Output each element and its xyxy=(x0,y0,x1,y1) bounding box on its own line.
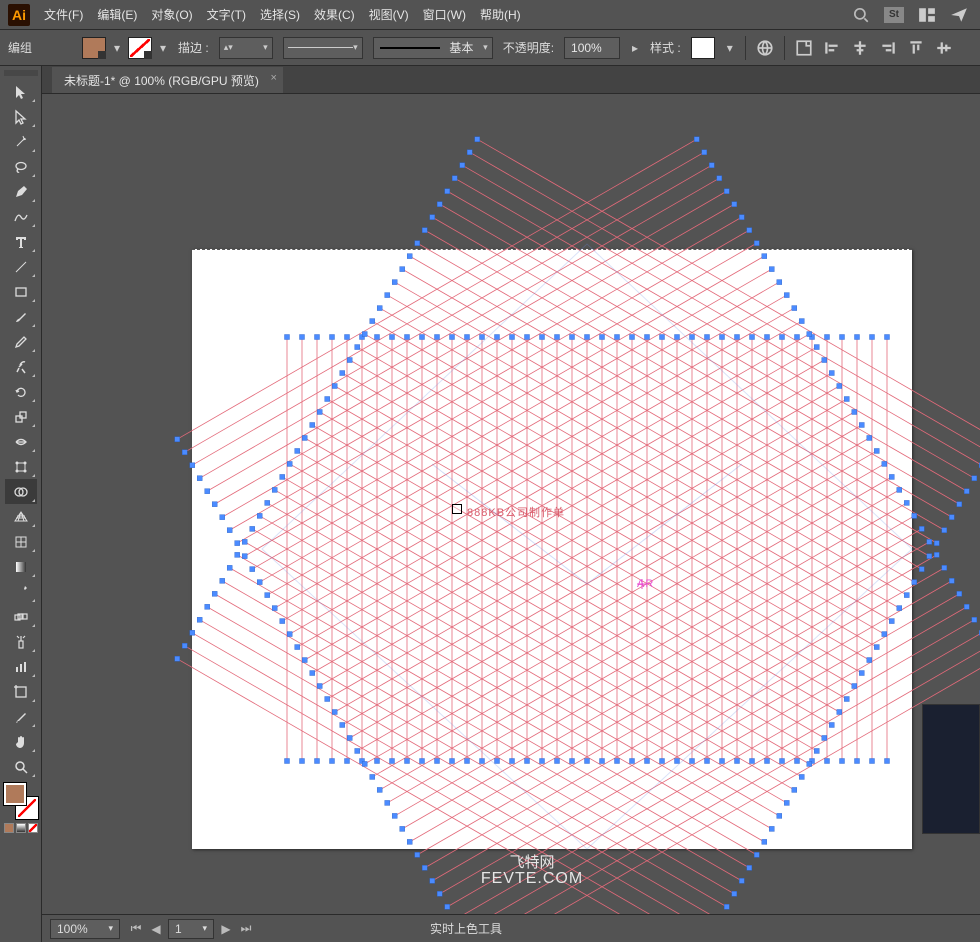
menu-view[interactable]: 视图(V) xyxy=(369,6,409,23)
tool-width[interactable] xyxy=(5,429,37,454)
tool-shape-builder[interactable] xyxy=(5,479,37,504)
align-left-icon[interactable] xyxy=(823,39,841,57)
document-tabstrip: 未标题-1* @ 100% (RGB/GPU 预览) × xyxy=(42,66,980,94)
send-icon[interactable] xyxy=(950,6,968,24)
canvas-annotation-1: 888KB公司制作单 xyxy=(467,504,565,520)
tool-eyedropper[interactable] xyxy=(5,579,37,604)
document-tab[interactable]: 未标题-1* @ 100% (RGB/GPU 预览) × xyxy=(52,67,283,93)
tool-lasso[interactable] xyxy=(5,154,37,179)
tool-graph[interactable] xyxy=(5,654,37,679)
artboard xyxy=(192,249,912,849)
tool-mesh[interactable] xyxy=(5,529,37,554)
tool-pencil[interactable] xyxy=(5,329,37,354)
doc-setup-icon[interactable] xyxy=(795,39,813,57)
color-mode-row xyxy=(4,823,38,833)
tool-free-transform[interactable] xyxy=(5,454,37,479)
current-tool-label: 实时上色工具 xyxy=(430,920,502,937)
profile-input[interactable]: ▾ xyxy=(283,37,363,59)
panel-thumbnail[interactable] xyxy=(922,704,980,834)
tool-blend[interactable] xyxy=(5,604,37,629)
tool-scale[interactable] xyxy=(5,404,37,429)
opacity-input[interactable]: 100% xyxy=(564,37,620,59)
menu-window[interactable]: 窗口(W) xyxy=(423,6,466,23)
first-page-icon[interactable]: ⏮ xyxy=(128,920,144,938)
prev-page-icon[interactable]: ◀ xyxy=(148,920,164,938)
document-tab-title: 未标题-1* @ 100% (RGB/GPU 预览) xyxy=(64,72,259,89)
color-mode-solid[interactable] xyxy=(4,823,14,833)
align-vcenter-icon[interactable] xyxy=(935,39,953,57)
tool-zoom[interactable] xyxy=(5,754,37,779)
tool-line[interactable] xyxy=(5,254,37,279)
align-hcenter-icon[interactable] xyxy=(851,39,869,57)
reference-point-icon[interactable] xyxy=(452,504,462,514)
style-swatch[interactable] xyxy=(691,37,715,59)
canvas-annotation-2: AR xyxy=(637,578,654,590)
zoom-input[interactable]: 100%▾ xyxy=(50,919,120,939)
tool-pen[interactable] xyxy=(5,179,37,204)
tool-hand[interactable] xyxy=(5,729,37,754)
page-nav: ⏮ ◀ 1▾ ▶ ⏭ xyxy=(128,919,254,939)
mode-label: 编组 xyxy=(8,39,32,56)
canvas-stage[interactable]: 888KB公司制作单 AR 飞特网 FEVTE.COM xyxy=(42,94,980,914)
opacity-label: 不透明度: xyxy=(503,39,554,56)
tool-symbol-sprayer[interactable] xyxy=(5,629,37,654)
watermark: 飞特网 FEVTE.COM xyxy=(84,851,980,888)
tool-direct-selection[interactable] xyxy=(5,104,37,129)
brush-input[interactable]: 基本▾ xyxy=(373,37,493,59)
tool-slice[interactable] xyxy=(5,704,37,729)
status-bar: 100%▾ ⏮ ◀ 1▾ ▶ ⏭ 实时上色工具 xyxy=(42,914,980,942)
stroke-dropdown-icon[interactable]: ▾ xyxy=(158,41,168,55)
stock-icon[interactable]: St xyxy=(884,7,904,23)
page-input[interactable]: 1▾ xyxy=(168,919,214,939)
panel-grip-icon[interactable] xyxy=(4,70,38,76)
stroke-weight-input[interactable]: ▴▾▾ xyxy=(219,37,273,59)
app-logo: Ai xyxy=(8,4,30,26)
align-right-icon[interactable] xyxy=(879,39,897,57)
last-page-icon[interactable]: ⏭ xyxy=(238,920,254,938)
menu-object[interactable]: 对象(O) xyxy=(151,6,192,23)
tool-curvature[interactable] xyxy=(5,204,37,229)
tool-artboard[interactable] xyxy=(5,679,37,704)
stroke-swatch[interactable] xyxy=(128,37,152,59)
menu-text[interactable]: 文字(T) xyxy=(207,6,246,23)
tool-paintbrush[interactable] xyxy=(5,304,37,329)
tool-rotate[interactable] xyxy=(5,379,37,404)
style-caret-icon[interactable]: ▾ xyxy=(725,41,735,55)
tool-rectangle[interactable] xyxy=(5,279,37,304)
recolor-icon[interactable] xyxy=(756,39,774,57)
tool-magic-wand[interactable] xyxy=(5,129,37,154)
search-icon[interactable] xyxy=(852,6,870,24)
menu-file[interactable]: 文件(F) xyxy=(44,6,83,23)
stroke-label: 描边 : xyxy=(178,39,209,56)
opacity-caret-icon[interactable]: ▸ xyxy=(630,41,640,55)
arrange-icon[interactable] xyxy=(918,6,936,24)
tool-type[interactable] xyxy=(5,229,37,254)
close-tab-icon[interactable]: × xyxy=(270,72,276,84)
color-mode-none[interactable] xyxy=(28,823,38,833)
color-mode-gradient[interactable] xyxy=(16,823,26,833)
control-bar: 编组 ▾ ▾ 描边 : ▴▾▾ ▾ 基本▾ 不透明度: 100% ▸ 样式 : … xyxy=(0,30,980,66)
fill-indicator[interactable] xyxy=(4,783,26,805)
tool-panel xyxy=(0,66,42,942)
fill-swatch[interactable] xyxy=(82,37,106,59)
menu-select[interactable]: 选择(S) xyxy=(260,6,300,23)
menu-bar: Ai 文件(F) 编辑(E) 对象(O) 文字(T) 选择(S) 效果(C) 视… xyxy=(0,0,980,30)
fill-stroke-indicator[interactable] xyxy=(4,783,38,819)
tool-selection[interactable] xyxy=(5,79,37,104)
style-label: 样式 : xyxy=(650,39,681,56)
menu-help[interactable]: 帮助(H) xyxy=(480,6,521,23)
fill-dropdown-icon[interactable]: ▾ xyxy=(112,41,122,55)
align-top-icon[interactable] xyxy=(907,39,925,57)
next-page-icon[interactable]: ▶ xyxy=(218,920,234,938)
tool-gradient[interactable] xyxy=(5,554,37,579)
tool-eraser[interactable] xyxy=(5,354,37,379)
menu-edit[interactable]: 编辑(E) xyxy=(97,6,137,23)
menu-effect[interactable]: 效果(C) xyxy=(314,6,355,23)
tool-perspective[interactable] xyxy=(5,504,37,529)
